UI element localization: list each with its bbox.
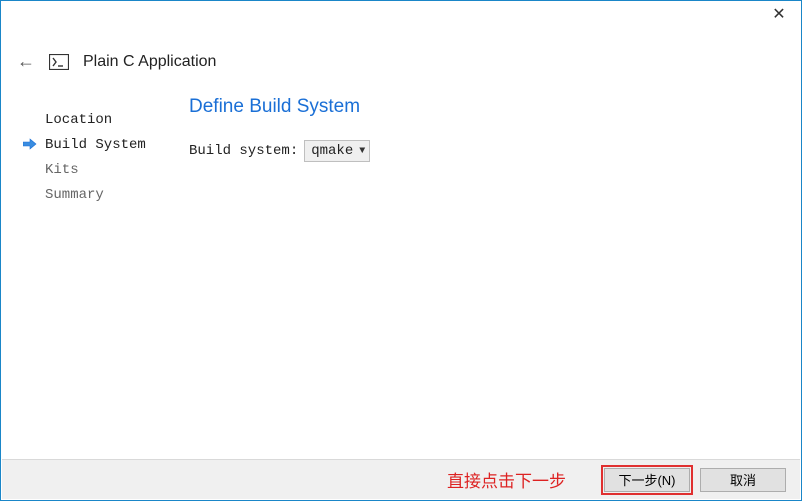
step-label: Summary	[45, 187, 104, 203]
step-location: Location	[29, 108, 179, 133]
back-arrow-icon[interactable]: ←	[17, 51, 35, 72]
main-panel: Define Build System Build system: qmake …	[179, 90, 801, 208]
build-system-value: qmake	[311, 143, 353, 159]
next-button[interactable]: 下一步(N)	[604, 468, 690, 492]
build-system-row: Build system: qmake ▼	[189, 140, 801, 162]
wizard-title: Plain C Application	[83, 53, 216, 71]
chevron-down-icon: ▼	[359, 146, 365, 157]
terminal-icon	[49, 54, 69, 70]
build-system-select[interactable]: qmake ▼	[304, 140, 370, 162]
step-summary: Summary	[29, 183, 179, 208]
build-system-label: Build system:	[189, 143, 298, 159]
step-label: Kits	[45, 162, 79, 178]
titlebar: ✕	[1, 1, 801, 33]
current-step-arrow-icon	[23, 137, 37, 158]
annotation-text: 直接点击下一步	[447, 467, 566, 492]
step-build-system: Build System	[29, 133, 179, 158]
page-title: Define Build System	[189, 96, 801, 118]
close-icon[interactable]: ✕	[769, 7, 789, 23]
steps-sidebar: Location Build System Kits Summary	[29, 90, 179, 208]
cancel-button[interactable]: 取消	[700, 468, 786, 492]
wizard-body: Location Build System Kits Summary Defin…	[1, 90, 801, 208]
step-kits: Kits	[29, 158, 179, 183]
step-label: Location	[45, 112, 112, 128]
step-label: Build System	[45, 137, 146, 153]
wizard-footer: 直接点击下一步 下一步(N) 取消	[2, 459, 800, 499]
wizard-header: ← Plain C Application	[1, 33, 801, 90]
